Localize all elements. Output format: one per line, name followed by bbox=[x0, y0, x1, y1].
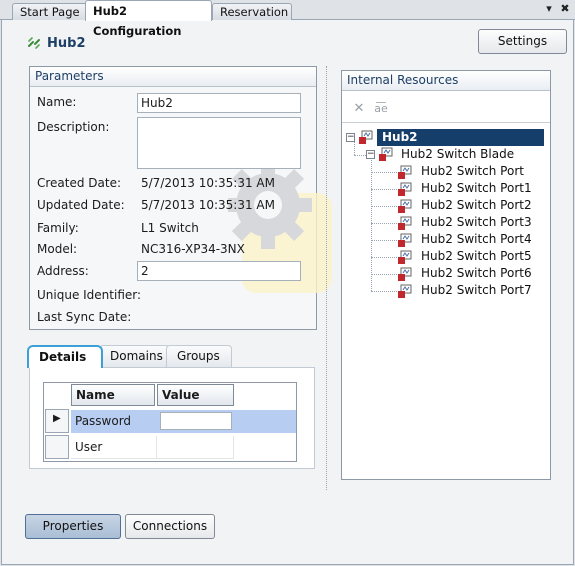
grid-cell-user-value[interactable] bbox=[157, 436, 234, 459]
port-node-icon bbox=[398, 267, 412, 281]
tab-label: Hub2 Configuration bbox=[93, 4, 182, 38]
current-row-icon: ▶ bbox=[53, 413, 61, 424]
tree-connector bbox=[371, 172, 397, 173]
family-label: Family: bbox=[37, 221, 79, 235]
tree-node-hub2[interactable]: Hub2 bbox=[377, 129, 544, 146]
address-label: Address: bbox=[37, 264, 89, 278]
tree-node-port[interactable]: Hub2 Switch Port2 bbox=[421, 197, 532, 214]
tree-node-port[interactable]: Hub2 Switch Port5 bbox=[421, 248, 532, 265]
tree-node-port[interactable]: Hub2 Switch Port bbox=[421, 163, 524, 180]
name-label: Name: bbox=[37, 95, 77, 109]
rename-icon[interactable]: a͞e bbox=[372, 100, 390, 118]
tree-connector bbox=[371, 257, 397, 258]
unique-identifier-label: Unique Identifier: bbox=[37, 288, 142, 302]
description-label: Description: bbox=[37, 120, 110, 134]
document-tab-strip: Start Page Hub2 Configuration Reservatio… bbox=[0, 0, 575, 38]
row-indicator[interactable]: ▶ bbox=[45, 409, 69, 433]
port-node-icon bbox=[398, 182, 412, 196]
hub-icon bbox=[28, 37, 40, 49]
password-value-field[interactable] bbox=[160, 412, 232, 430]
connections-button[interactable]: Connections bbox=[125, 514, 215, 539]
tree-collapse-icon[interactable]: − bbox=[346, 133, 355, 142]
tree-connector bbox=[354, 155, 366, 156]
description-field[interactable] bbox=[137, 117, 301, 169]
tree-node-port[interactable]: Hub2 Switch Port3 bbox=[421, 214, 532, 231]
grid-header-name[interactable]: Name bbox=[71, 384, 155, 406]
tree-node-port[interactable]: Hub2 Switch Port6 bbox=[421, 265, 532, 282]
tree-connector bbox=[371, 291, 397, 292]
tree-connector bbox=[371, 206, 397, 207]
port-node-icon bbox=[398, 216, 412, 230]
model-label: Model: bbox=[37, 242, 78, 256]
tree-node-port[interactable]: Hub2 Switch Port7 bbox=[421, 282, 532, 299]
delete-icon[interactable]: ✕ bbox=[350, 100, 368, 118]
panel-splitter[interactable] bbox=[326, 66, 327, 490]
row-indicator[interactable] bbox=[45, 435, 69, 459]
tree-node-switch-blade[interactable]: Hub2 Switch Blade bbox=[401, 146, 514, 163]
last-sync-date-label: Last Sync Date: bbox=[37, 310, 132, 324]
tab-list-dropdown-icon[interactable]: ▾ bbox=[542, 1, 556, 17]
tree-connector bbox=[371, 240, 397, 241]
port-node-icon bbox=[398, 165, 412, 179]
updated-date-label: Updated Date: bbox=[37, 198, 125, 212]
updated-date-value: 5/7/2013 10:35:31 AM bbox=[141, 198, 275, 212]
tree-collapse-icon[interactable]: − bbox=[366, 150, 375, 159]
created-date-label: Created Date: bbox=[37, 176, 122, 190]
settings-button[interactable]: Settings bbox=[478, 29, 567, 54]
family-value: L1 Switch bbox=[141, 221, 199, 235]
name-field[interactable]: Hub2 bbox=[137, 93, 301, 113]
tab-reservation[interactable]: Reservation bbox=[212, 3, 292, 20]
model-value: NC316-XP34-3NX bbox=[141, 242, 245, 256]
close-tab-icon[interactable]: ✖ bbox=[558, 1, 572, 17]
tab-label: Reservation bbox=[220, 5, 289, 19]
grid-cell-user[interactable]: User bbox=[71, 436, 157, 459]
device-node-icon bbox=[359, 130, 373, 144]
tree-connector bbox=[371, 189, 397, 190]
port-node-icon bbox=[398, 284, 412, 298]
tab-label: Start Page bbox=[20, 5, 80, 19]
tab-start-page[interactable]: Start Page bbox=[12, 3, 89, 20]
created-date-value: 5/7/2013 10:35:31 AM bbox=[141, 176, 275, 190]
grid-header-value[interactable]: Value bbox=[157, 384, 234, 406]
hub2-configuration-window: Start Page Hub2 Configuration Reservatio… bbox=[0, 0, 575, 566]
tree-connector bbox=[371, 160, 372, 291]
address-field[interactable]: 2 bbox=[137, 261, 301, 281]
tree-connector bbox=[371, 223, 397, 224]
tree-connector bbox=[371, 274, 397, 275]
tab-hub2-configuration[interactable]: Hub2 Configuration bbox=[85, 0, 212, 38]
port-node-icon bbox=[398, 199, 412, 213]
tree-node-port[interactable]: Hub2 Switch Port4 bbox=[421, 231, 532, 248]
port-node-icon bbox=[398, 233, 412, 247]
tab-groups[interactable]: Groups bbox=[166, 345, 232, 367]
toolbar-divider bbox=[342, 122, 550, 123]
properties-button[interactable]: Properties bbox=[25, 514, 121, 539]
port-node-icon bbox=[398, 250, 412, 264]
page-title: Hub2 bbox=[47, 36, 86, 51]
tree-connector bbox=[354, 142, 355, 155]
tab-domains[interactable]: Domains bbox=[99, 345, 170, 367]
tab-details[interactable]: Details bbox=[27, 345, 103, 368]
grid-cell-password[interactable]: Password bbox=[71, 410, 157, 433]
parameters-title: Parameters bbox=[30, 67, 316, 87]
internal-resources-title: Internal Resources bbox=[342, 71, 550, 91]
blade-node-icon bbox=[379, 147, 393, 161]
tree-node-port[interactable]: Hub2 Switch Port1 bbox=[421, 180, 532, 197]
